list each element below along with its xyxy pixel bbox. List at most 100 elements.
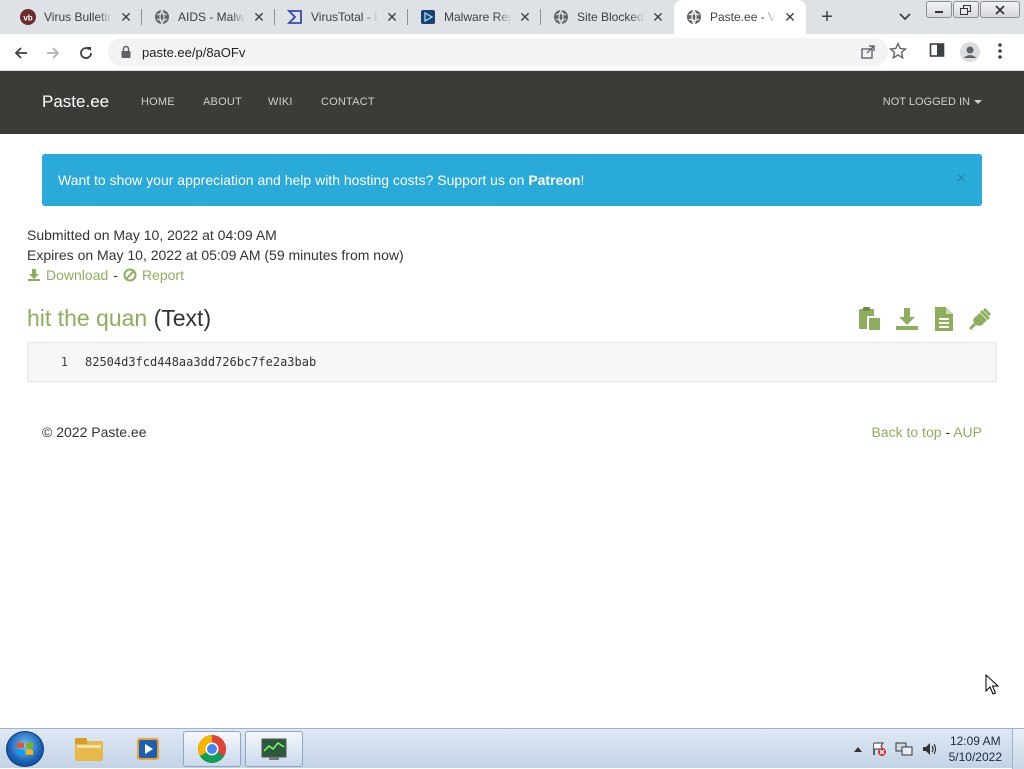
tab-title: Virus Bulletin [44,10,112,24]
new-tab-button[interactable]: + [815,5,839,29]
link-separator: - [113,267,118,283]
lock-icon[interactable] [120,45,132,64]
report-link[interactable]: Report [142,267,184,283]
back-to-top-link[interactable]: Back to top [871,424,941,440]
taskbar-chrome[interactable] [183,731,241,767]
close-tab-icon[interactable]: ✕ [782,9,798,25]
alert-text: Want to show your appreciation and help … [58,172,529,188]
tab-strip: vb Virus Bulletin ✕ AIDS - Malware ✕ Vir… [0,0,1024,34]
tab-malware-report[interactable]: Malware Report ✕ [408,0,541,34]
tab-paste-ee[interactable]: Paste.ee - View ✕ [674,0,806,34]
caret-down-icon [974,100,982,105]
show-hidden-icons-button[interactable] [853,745,863,753]
paste-content[interactable]: 1 82504d3fcd448aa3dd726bc7fe2a3bab [27,342,997,382]
login-label: NOT LOGGED IN [882,96,970,108]
network-icon[interactable] [895,741,913,757]
download-icon[interactable] [27,268,41,282]
start-button[interactable] [6,731,44,767]
close-icon [995,4,1005,15]
show-desktop-button[interactable] [1012,729,1024,769]
taskbar-media-player[interactable] [120,731,178,767]
tab-site-blocked[interactable]: Site Blocked ✕ [541,0,674,34]
back-arrow-icon [14,47,27,59]
nav-contact[interactable]: CONTACT [321,96,375,108]
share-icon[interactable] [860,44,876,65]
clock-date: 5/10/2022 [948,750,1002,764]
close-tab-icon[interactable]: ✕ [118,9,134,25]
tab-title: Paste.ee - View [710,10,776,24]
reload-icon [80,47,92,59]
close-tab-icon[interactable]: ✕ [517,9,533,25]
alert-suffix: ! [580,172,585,188]
taskbar-clock[interactable]: 12:09 AM 5/10/2022 [949,733,1002,765]
folder-icon [75,738,103,761]
close-window-button[interactable] [980,1,1020,18]
download-icon[interactable] [894,306,920,332]
browser-menu-icon[interactable] [997,42,1003,65]
close-tab-icon[interactable]: ✕ [384,9,400,25]
tab-title: AIDS - Malware [178,10,245,24]
paste-links: Download - Report [27,267,184,283]
virustotal-icon [287,9,303,25]
site-navbar: Paste.ee HOME ABOUT WIKI CONTACT NOT LOG… [0,71,1024,134]
patreon-link[interactable]: Patreon [528,172,580,188]
alert-message: Want to show your appreciation and help … [58,172,584,188]
window-controls [925,1,1020,18]
vb-icon: vb [20,9,36,25]
system-tray: 12:09 AM 5/10/2022 [849,729,1024,769]
close-tab-icon[interactable]: ✕ [251,9,267,25]
restore-button[interactable] [953,1,979,18]
forward-button[interactable] [40,40,66,66]
paste-title: hit the quan (Text) [27,305,211,332]
footer-copyright: © 2022 Paste.ee [42,424,147,440]
nav-wiki[interactable]: WIKI [268,96,293,108]
aup-link[interactable]: AUP [953,424,982,440]
nav-about[interactable]: ABOUT [203,96,242,108]
bookmark-star-icon[interactable] [888,41,908,65]
raw-file-icon[interactable] [931,306,957,332]
url-text[interactable]: paste.ee/p/8aOFv [142,45,245,60]
code-line[interactable]: 82504d3fcd448aa3dd726bc7fe2a3bab [85,355,316,369]
copy-icon[interactable] [857,306,883,332]
paste-actions [846,306,994,332]
action-center-icon[interactable] [871,741,887,757]
svg-text:vb: vb [23,14,32,23]
alert-close-button[interactable]: × [957,170,966,188]
tab-title: Site Blocked [577,10,644,24]
footer-links: Back to top - AUP [871,424,982,440]
close-tab-icon[interactable]: ✕ [650,9,666,25]
site-brand[interactable]: Paste.ee [42,92,109,112]
back-button[interactable] [8,40,34,66]
windows-logo-icon [17,742,33,755]
paste-type: (Text) [153,305,212,331]
taskbar-explorer[interactable] [60,731,118,767]
reload-button[interactable] [73,40,99,66]
tab-search-button[interactable] [895,7,915,27]
chevron-down-icon [899,13,911,21]
globe-icon [553,9,569,25]
paste-name: hit the quan [27,305,148,331]
tab-virustotal[interactable]: VirusTotal - File ✕ [275,0,408,34]
task-manager-icon [261,738,287,760]
taskbar-task-manager[interactable] [245,731,303,767]
minimize-button[interactable] [926,1,952,18]
download-link[interactable]: Download [46,267,108,283]
clock-time: 12:09 AM [949,734,1001,748]
tab-virus-bulletin[interactable]: vb Virus Bulletin ✕ [8,0,142,34]
forward-arrow-icon [47,47,60,59]
globe-icon [686,9,702,25]
login-dropdown[interactable]: NOT LOGGED IN [883,96,982,108]
tab-title: Malware Report [444,10,511,24]
nav-home[interactable]: HOME [141,96,175,108]
side-panel-icon[interactable] [929,42,945,63]
submitted-date: Submitted on May 10, 2022 at 04:09 AM [27,227,277,243]
windows-taskbar: 12:09 AM 5/10/2022 [0,728,1024,769]
volume-icon[interactable] [921,741,939,757]
ban-icon[interactable] [123,268,137,282]
tab-aids-malware[interactable]: AIDS - Malware ✕ [142,0,275,34]
profile-avatar-icon[interactable] [960,42,980,67]
plug-icon[interactable] [968,306,994,332]
globe-icon [154,9,170,25]
caret-up-icon [853,747,862,752]
address-bar[interactable]: paste.ee/p/8aOFv [108,38,888,66]
